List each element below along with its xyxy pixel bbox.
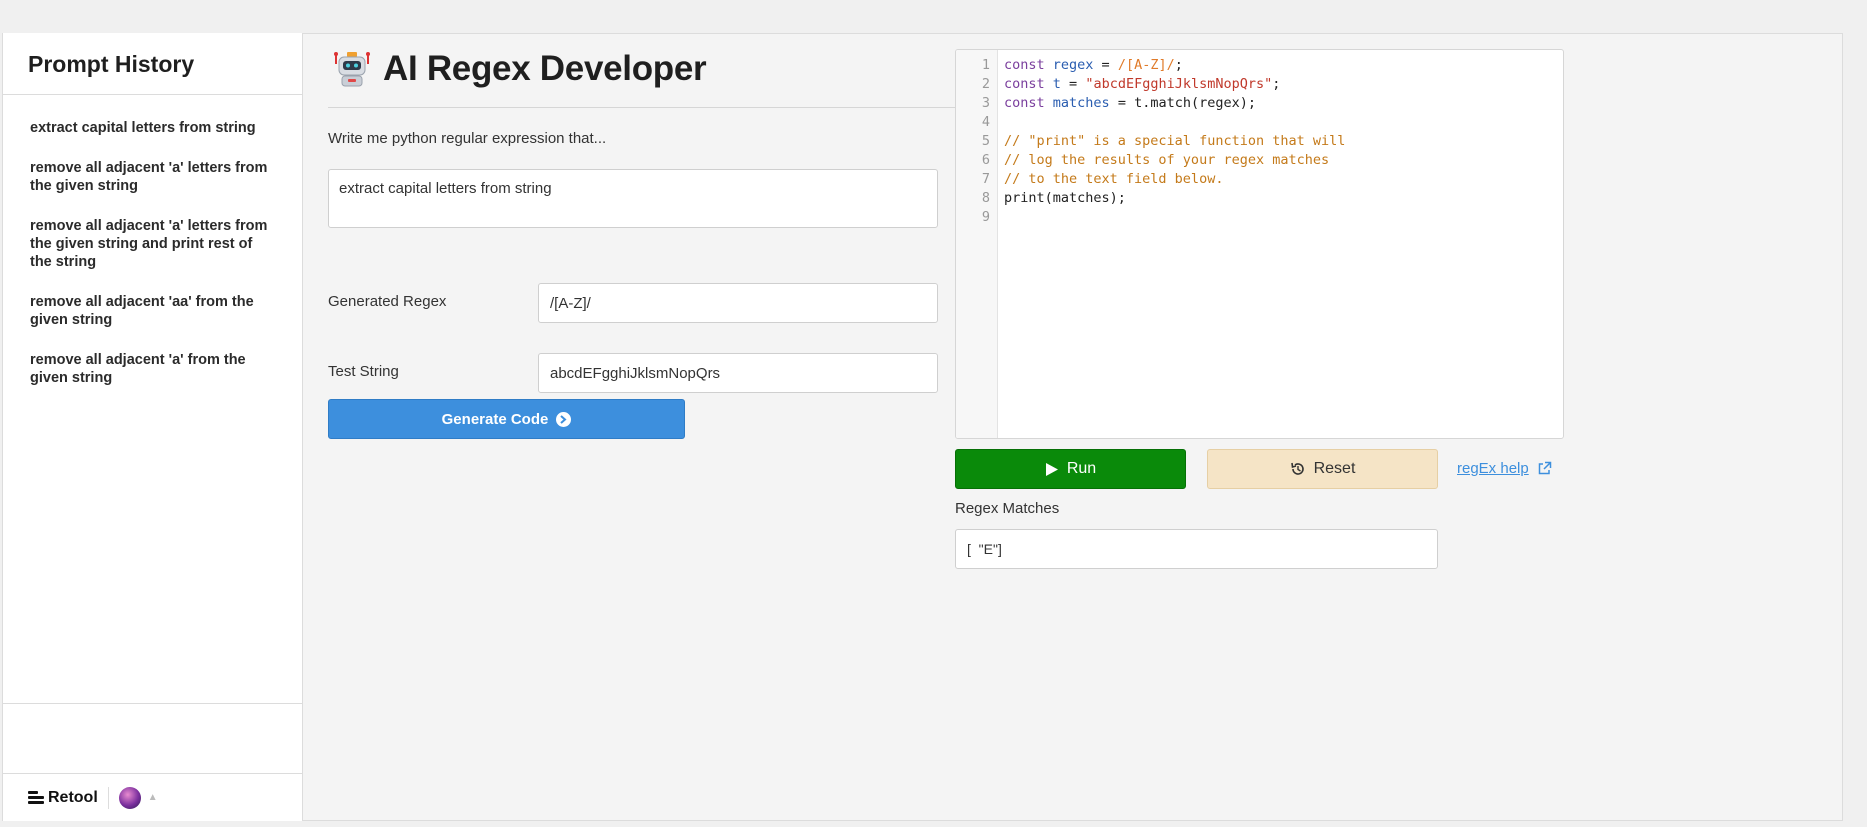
code-token: const [1004, 95, 1045, 111]
history-icon [1290, 461, 1306, 477]
history-list: extract capital letters from string remo… [3, 95, 302, 387]
line-number: 9 [981, 209, 990, 225]
line-number: 3 [981, 95, 990, 111]
reset-label: Reset [1313, 460, 1356, 477]
code-comment: // "print" is a special function that wi… [1004, 133, 1346, 149]
line-number: 4 [981, 114, 990, 130]
title-row: AI Regex Developer [333, 49, 707, 89]
arrow-right-circle-icon [556, 411, 572, 427]
code-token: = t.match(regex); [1109, 95, 1256, 111]
main-panel: AI Regex Developer Write me python regul… [305, 33, 1845, 821]
title-divider [328, 107, 961, 108]
play-icon [1045, 462, 1059, 477]
line-number: 6 [981, 152, 990, 168]
code-line: 1 const regex = /[A-Z]/; [956, 57, 1563, 76]
page-title: AI Regex Developer [383, 49, 707, 88]
line-number: 8 [981, 190, 990, 206]
code-comment: // to the text field below. [1004, 171, 1224, 187]
reset-button[interactable]: Reset [1207, 449, 1438, 489]
chevron-up-icon[interactable]: ▲ [148, 792, 158, 803]
history-item[interactable]: remove all adjacent 'a' letters from the… [3, 159, 302, 195]
code-line: 9 [956, 209, 1563, 228]
regex-help-label: regEx help [1457, 460, 1529, 477]
regex-matches-output[interactable]: [ "E"] [955, 529, 1438, 569]
sidebar-divider [3, 703, 302, 704]
code-token: const [1004, 57, 1045, 73]
code-line: 7 // to the text field below. [956, 171, 1563, 190]
prompt-label: Write me python regular expression that.… [328, 130, 607, 147]
history-item[interactable]: remove all adjacent 'aa' from the given … [3, 293, 302, 329]
retool-logo[interactable]: Retool [28, 789, 98, 807]
line-number: 5 [981, 133, 990, 149]
sidebar-footer: Retool ▲ [3, 773, 302, 821]
line-number: 7 [981, 171, 990, 187]
external-link-icon [1537, 461, 1552, 476]
sidebar: Prompt History extract capital letters f… [2, 33, 303, 821]
history-item[interactable]: extract capital letters from string [3, 119, 302, 137]
code-comment: // log the results of your regex matches [1004, 152, 1330, 168]
code-line: 5 // "print" is a special function that … [956, 133, 1563, 152]
avatar[interactable] [118, 786, 141, 809]
generate-code-label: Generate Code [441, 410, 549, 428]
code-token: ; [1272, 76, 1281, 92]
code-token: = [1060, 76, 1086, 92]
code-token: = [1093, 57, 1118, 73]
generated-regex-label: Generated Regex [328, 293, 447, 310]
retool-logo-icon [28, 791, 44, 804]
sidebar-title: Prompt History [3, 33, 302, 95]
generate-code-button[interactable]: Generate Code [328, 399, 685, 439]
code-token: regex [1052, 57, 1094, 73]
footer-divider [107, 786, 109, 809]
line-number: 1 [981, 57, 990, 73]
prompt-textarea[interactable]: extract capital letters from string [328, 169, 938, 228]
robot-icon [333, 50, 371, 88]
code-line: 8 print(matches); [956, 190, 1563, 209]
code-token: matches [1052, 95, 1110, 111]
code-token: t [1052, 76, 1061, 92]
run-button[interactable]: Run [955, 449, 1186, 489]
code-line: 6 // log the results of your regex match… [956, 152, 1563, 171]
retool-brand-label: Retool [48, 788, 98, 806]
code-token: ; [1174, 57, 1183, 73]
generated-regex-input[interactable]: /[A-Z]/ [538, 283, 938, 323]
code-token: "abcdEFgghiJklsmNopQrs" [1085, 76, 1273, 92]
line-number: 2 [981, 76, 990, 92]
history-item[interactable]: remove all adjacent 'a' from the given s… [3, 351, 302, 387]
regex-matches-label: Regex Matches [955, 500, 1060, 517]
code-line: 3 const matches = t.match(regex); [956, 95, 1563, 114]
code-line: 2 const t = "abcdEFgghiJklsmNopQrs"; [956, 76, 1563, 95]
code-token: print(matches); [1004, 190, 1126, 206]
run-label: Run [1066, 460, 1097, 477]
code-line: 4 [956, 114, 1563, 133]
regex-help-link[interactable]: regEx help [1457, 460, 1552, 477]
test-string-label: Test String [328, 363, 399, 380]
code-token: const [1004, 76, 1045, 92]
history-item[interactable]: remove all adjacent 'a' letters from the… [3, 217, 302, 271]
code-editor[interactable]: 1 const regex = /[A-Z]/; 2 const t = "ab… [955, 49, 1564, 439]
code-token: /[A-Z]/ [1117, 57, 1175, 73]
test-string-input[interactable]: abcdEFgghiJklsmNopQrs [538, 353, 938, 393]
code-lines: 1 const regex = /[A-Z]/; 2 const t = "ab… [956, 57, 1563, 228]
